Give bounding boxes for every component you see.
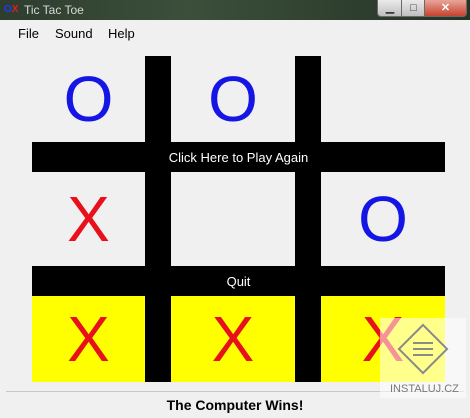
minimize-button[interactable]: ▁ [377,0,403,17]
board-cell-5[interactable]: O [321,172,445,266]
board-cell-0[interactable]: O [32,56,145,142]
menu-bar: File Sound Help [6,24,464,44]
app-icon: OX [4,4,19,15]
menu-file[interactable]: File [18,26,39,42]
stamp-icon [397,323,449,375]
status-message: The Computer Wins! [166,396,304,413]
title-bar[interactable]: OX Tic Tac Toe ▁ □ ✕ [0,0,470,20]
grid-line-vertical-right [295,56,321,382]
board-cell-7[interactable]: X [171,296,295,382]
board-cell-4[interactable] [171,172,295,266]
board-cell-6[interactable]: X [32,296,145,382]
window-title: Tic Tac Toe [24,3,84,17]
play-again-button[interactable]: Click Here to Play Again [32,142,445,172]
watermark-text: INSTALUJ.CZ [390,383,459,395]
quit-button[interactable]: Quit [32,266,445,296]
board-cell-3[interactable]: X [32,172,145,266]
menu-help[interactable]: Help [108,26,135,42]
app-window: OX Tic Tac Toe ▁ □ ✕ File Sound Help O O… [0,0,470,418]
grid-line-vertical-left [145,56,171,382]
menu-sound[interactable]: Sound [55,26,93,42]
close-button[interactable]: ✕ [424,0,467,17]
board-cell-1[interactable]: O [171,56,295,142]
board-cell-2[interactable] [321,56,445,142]
maximize-button[interactable]: □ [401,0,426,17]
